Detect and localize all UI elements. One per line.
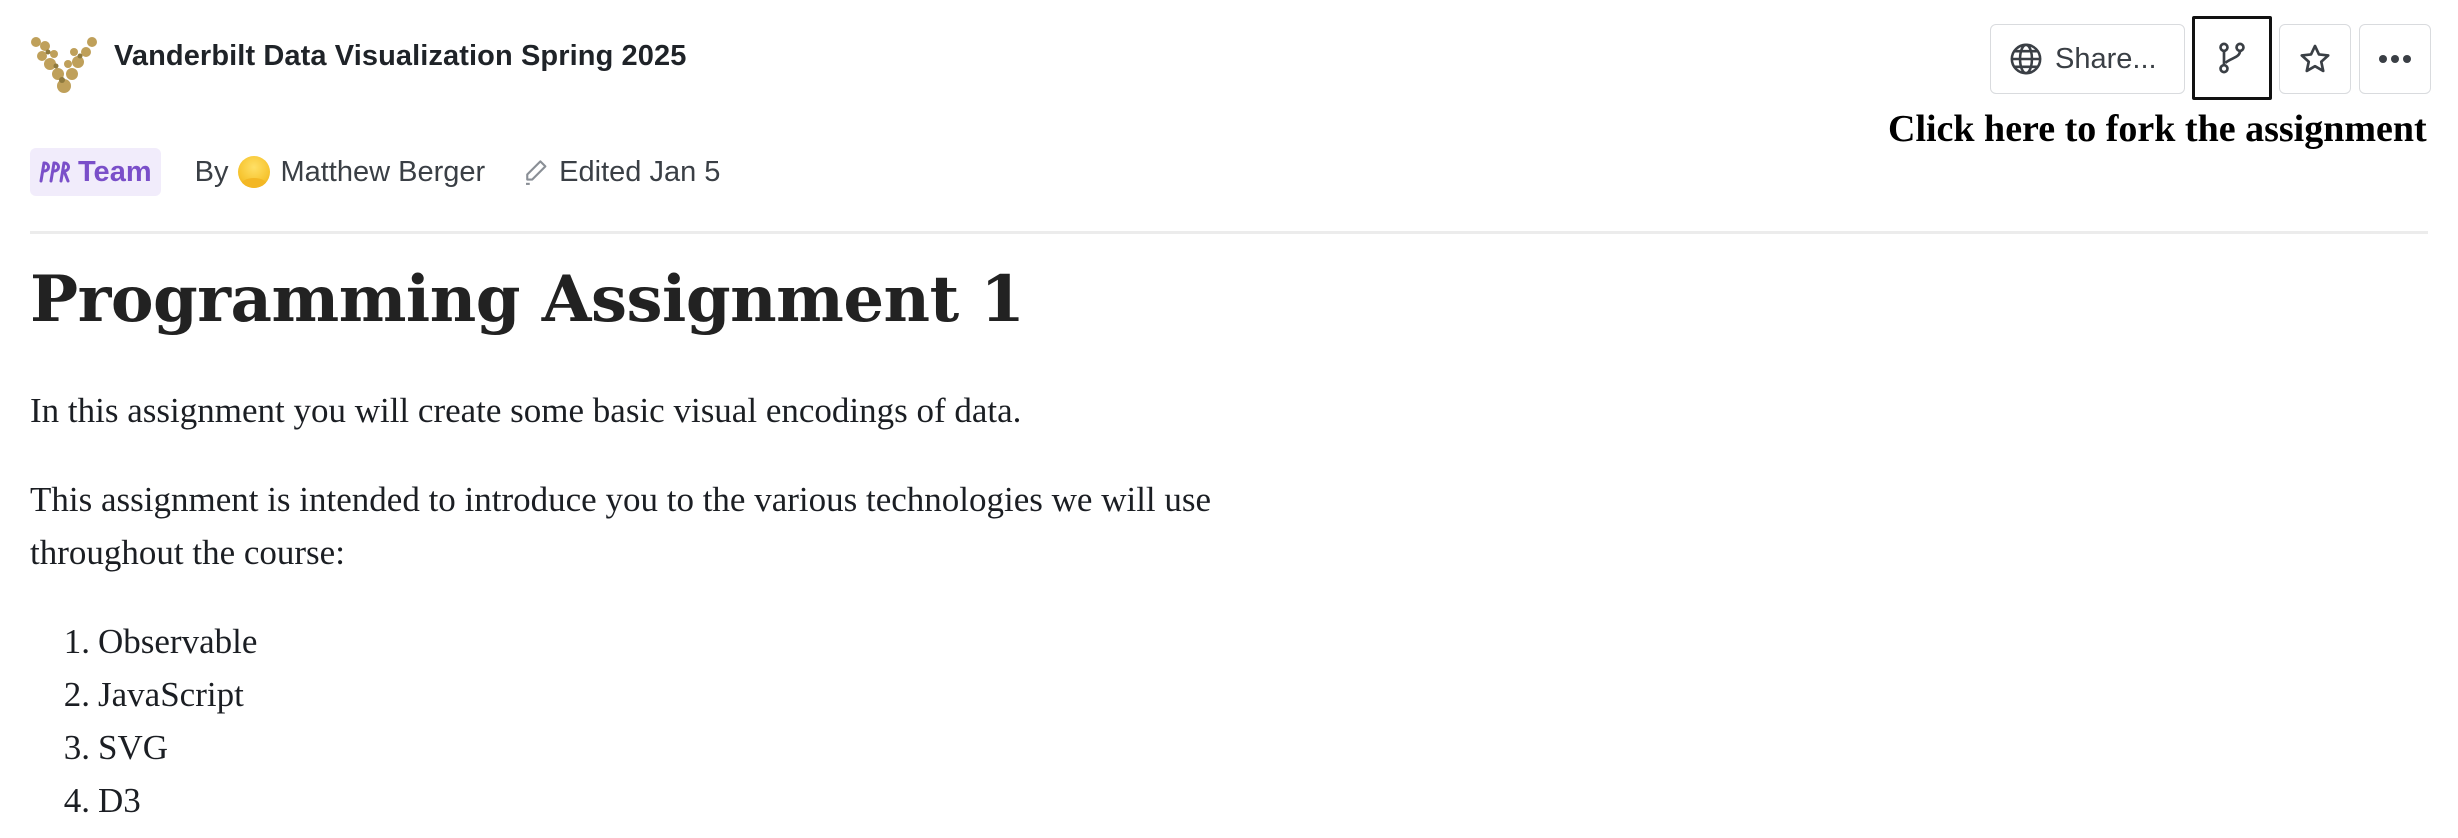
more-icon: [2378, 54, 2412, 64]
fork-button[interactable]: [2192, 16, 2272, 100]
star-icon: [2298, 42, 2332, 76]
team-badge[interactable]: Team: [30, 148, 161, 196]
more-options-button[interactable]: [2359, 24, 2431, 94]
list-item-text: Observable: [98, 622, 258, 661]
technologies-paragraph: This assignment is intended to introduce…: [30, 480, 1212, 572]
list-item-number: 3.: [63, 728, 90, 767]
by-label: By: [194, 155, 229, 188]
notebook-header: Vanderbilt Data Visualization Spring 202…: [0, 0, 2458, 150]
pencil-icon: [521, 157, 551, 187]
fork-icon: [2216, 40, 2248, 76]
list-item-number: 1.: [63, 622, 90, 661]
share-button[interactable]: Share...: [1990, 24, 2185, 94]
team-icon: [38, 159, 72, 185]
author-avatar[interactable]: [238, 156, 271, 188]
list-item-text: JavaScript: [98, 675, 244, 714]
fork-annotation-caption: Click here to fork the assignment: [1888, 108, 2427, 150]
list-item: 3. SVG: [30, 721, 257, 774]
notebook-meta-row: Team By Matthew Berger Edited Jan 5: [30, 148, 720, 196]
list-item-text: D3: [98, 781, 141, 820]
list-item-number: 4.: [63, 781, 90, 820]
list-item-number: 2.: [63, 675, 90, 714]
list-item: 1. Observable: [30, 615, 258, 668]
share-button-label: Share...: [2055, 42, 2157, 75]
vanderbilt-logo-icon[interactable]: [28, 36, 100, 96]
team-badge-label: Team: [78, 155, 152, 188]
notebook-collection-title[interactable]: Vanderbilt Data Visualization Spring 202…: [114, 40, 686, 73]
technology-list: 1. Observable 2. JavaScript 3. SVG 4. D3: [30, 615, 258, 827]
author-link[interactable]: Matthew Berger: [280, 156, 485, 189]
star-button[interactable]: [2279, 24, 2351, 94]
edited-date[interactable]: Edited Jan 5: [559, 156, 720, 189]
list-item: 4. D3: [30, 774, 257, 827]
intro-paragraph: In this assignment you will create some …: [30, 391, 1022, 430]
header-divider: [30, 231, 2428, 234]
globe-icon: [2009, 42, 2043, 76]
list-item: 2. JavaScript: [30, 668, 257, 721]
page-title: Programming Assignment 1: [30, 262, 1025, 337]
list-item-text: SVG: [98, 728, 169, 767]
